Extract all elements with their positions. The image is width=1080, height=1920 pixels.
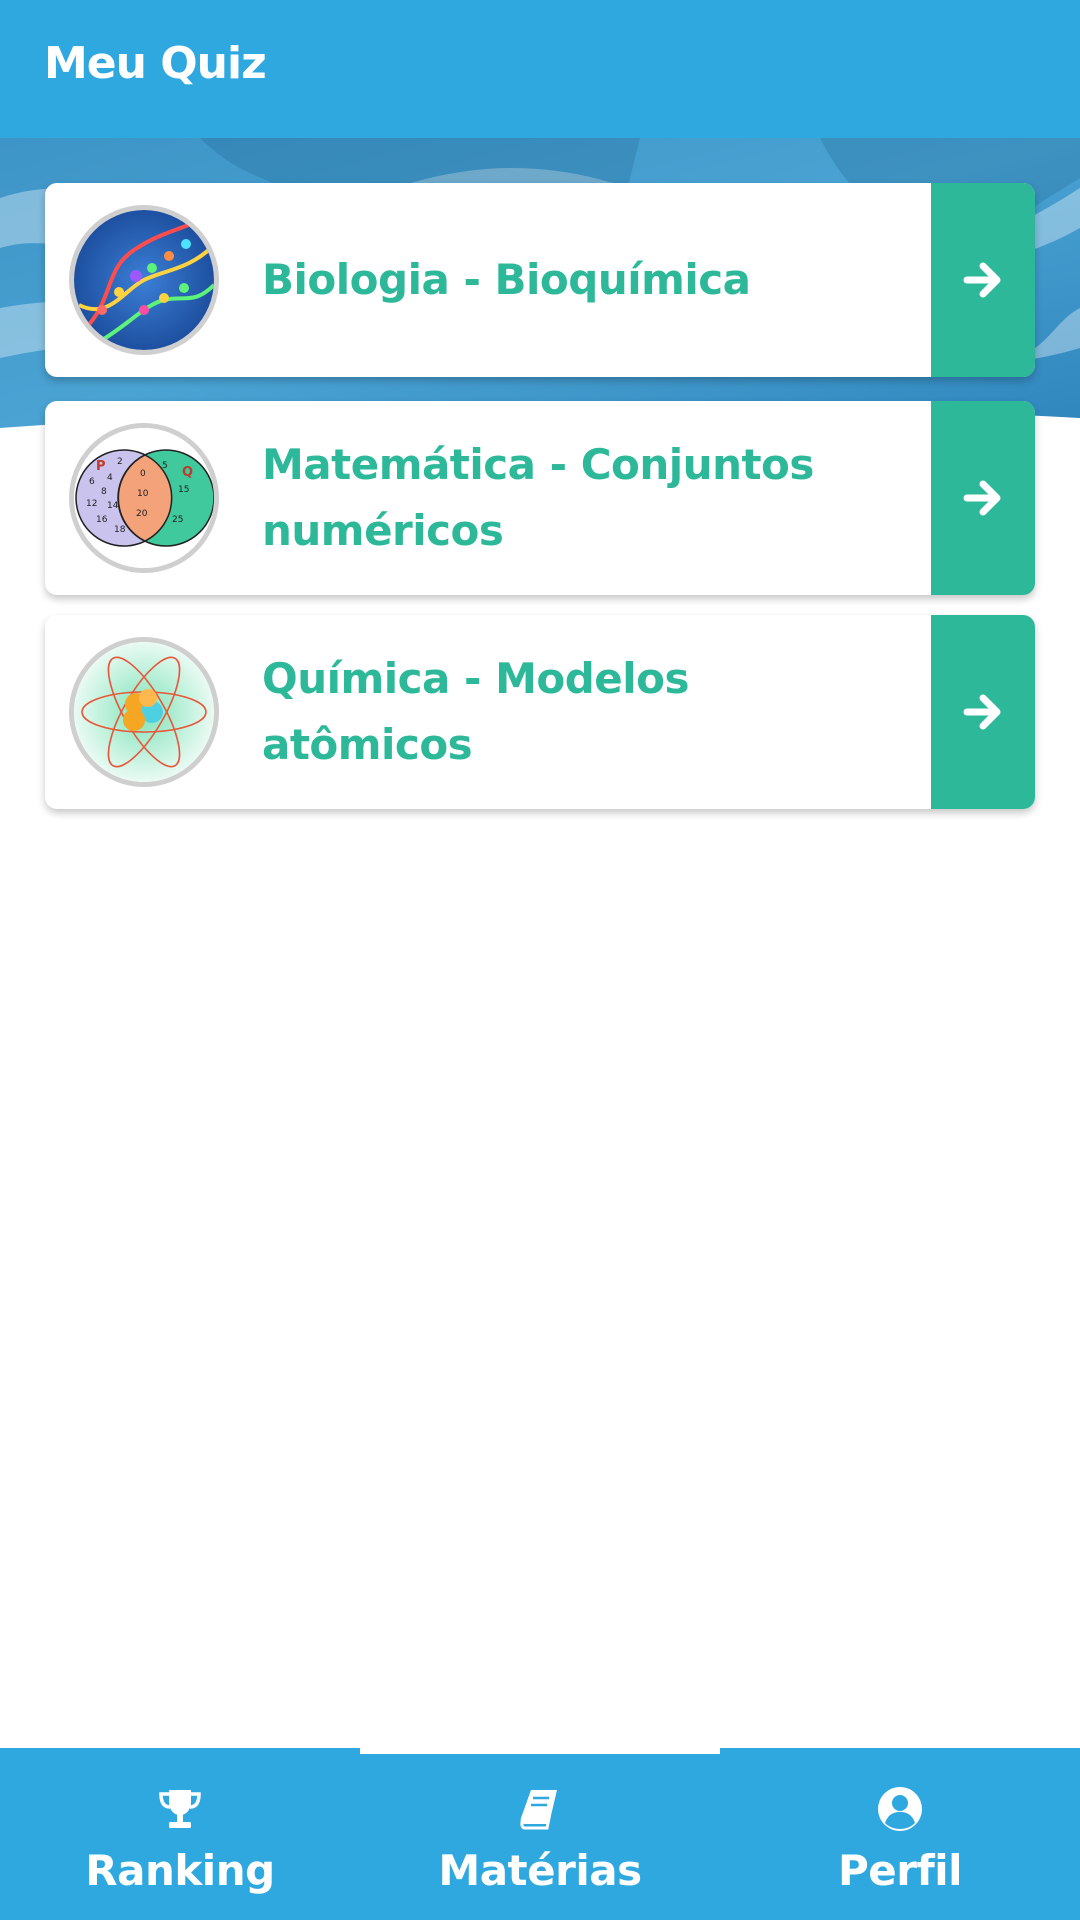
nav-tab-label: Ranking: [85, 1846, 275, 1895]
venn-value: 16: [96, 515, 108, 525]
subject-card-biologia[interactable]: Biologia - Bioquímica: [45, 183, 1035, 377]
subject-title: Matemática - Conjuntos numéricos: [262, 440, 814, 555]
venn-value: 14: [107, 501, 119, 511]
arrow-right-icon: [963, 480, 1001, 516]
venn-value: 8: [101, 487, 107, 497]
venn-value: 18: [114, 525, 126, 535]
subject-title: Química - Modelos atômicos: [262, 654, 690, 769]
venn-value: 6: [89, 477, 95, 487]
user-circle-icon: [878, 1787, 922, 1831]
venn-value: 4: [107, 473, 113, 483]
nav-tab-perfil[interactable]: Perfil: [720, 1748, 1080, 1920]
app-header: Meu Quiz: [0, 0, 1080, 138]
atom-image: [69, 637, 219, 787]
subject-title: Biologia - Bioquímica: [262, 255, 751, 304]
venn-set-q-label: Q: [182, 465, 193, 480]
arrow-right-icon: [963, 694, 1001, 730]
venn-value: 12: [86, 499, 97, 509]
venn-value: 10: [137, 489, 149, 499]
open-subject-button[interactable]: [931, 401, 1035, 595]
venn-value: 2: [117, 457, 123, 467]
dna-image: [69, 205, 219, 355]
open-subject-button[interactable]: [931, 183, 1035, 377]
bottom-navigation: Ranking Matérias Perfil: [0, 1748, 1080, 1920]
book-icon: [520, 1790, 557, 1830]
app-title: Meu Quiz: [44, 38, 267, 89]
nav-tab-label: Perfil: [837, 1846, 963, 1895]
venn-value: 5: [162, 461, 168, 471]
subject-card-matematica[interactable]: P Q 2 4 6 8 12 14 16 18 0 10 20 5 15 25 …: [45, 401, 1035, 595]
nav-tab-ranking[interactable]: Ranking: [0, 1748, 360, 1920]
subject-card-quimica[interactable]: Química - Modelos atômicos: [45, 615, 1035, 809]
venn-value: 0: [140, 469, 146, 479]
nav-tab-materias[interactable]: Matérias: [360, 1748, 720, 1920]
venn-value: 25: [172, 515, 183, 525]
trophy-icon: [159, 1790, 201, 1828]
venn-value: 20: [136, 509, 148, 519]
venn-set-p-label: P: [96, 459, 106, 474]
subject-list: Biologia - Bioquímica P Q 2 4 6 8 12 14 …: [45, 183, 1035, 833]
nav-tab-label: Matérias: [438, 1846, 642, 1895]
venn-value: 15: [178, 485, 189, 495]
app-root: Meu Quiz Biologia - Bioquímica P Q 2 4 6…: [0, 0, 1080, 1920]
open-subject-button[interactable]: [931, 615, 1035, 809]
venn-diagram-image: P Q 2 4 6 8 12 14 16 18 0 10 20 5 15 25: [69, 423, 219, 573]
arrow-right-icon: [963, 262, 1001, 298]
